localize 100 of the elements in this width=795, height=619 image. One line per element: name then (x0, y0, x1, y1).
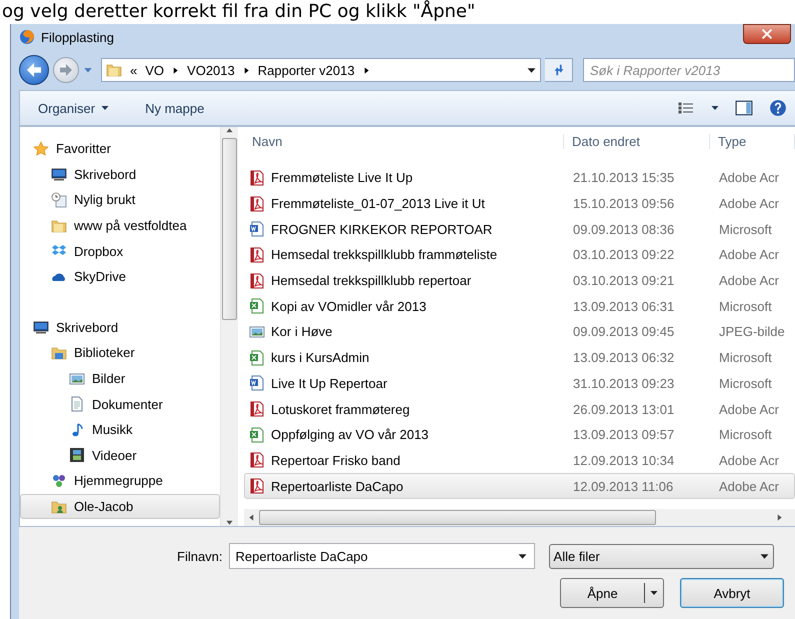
navigation-item[interactable]: SkyDrive (20, 264, 220, 290)
caret-icon (362, 66, 370, 74)
search-field[interactable]: Søk i Rapporter v2013 (583, 58, 795, 82)
file-row[interactable]: Kor i Høve 09.09.2013 09:45 JPEG-bilde (244, 319, 795, 345)
folder-icon (106, 62, 122, 78)
navigation-item[interactable]: Videoer (20, 442, 220, 468)
navigation-item[interactable]: Bilder (20, 366, 220, 392)
back-button[interactable] (19, 55, 49, 85)
date-modified: 09.09.2013 09:45 (572, 324, 676, 340)
caret-icon (248, 514, 255, 521)
horizontal-scrollbar[interactable] (244, 509, 795, 526)
caret-icon (172, 66, 180, 74)
word-document-icon (249, 375, 265, 392)
pdf-file-icon (249, 452, 265, 468)
file-name: Fremmøteliste Live It Up (271, 170, 413, 186)
file-type: Adobe Acr (718, 478, 780, 494)
new-folder-button[interactable]: Ny mappe (145, 100, 204, 116)
pdf-file-icon (249, 170, 265, 186)
navigation-item[interactable]: Skrivebord (20, 314, 220, 340)
caret-icon (760, 552, 769, 560)
date-modified: 26.09.2013 13:01 (572, 402, 676, 417)
user-folder-icon (51, 498, 67, 515)
date-modified: 09.09.2013 08:36 (572, 222, 676, 237)
navigation-item[interactable]: Hjemmegruppe (20, 468, 220, 494)
navigation-item[interactable]: Dropbox (20, 238, 220, 264)
address-bar[interactable]: « VO VO2013 Rapporter v2013 (101, 58, 541, 82)
pdf-file-icon (249, 272, 265, 289)
organize-menu[interactable]: Organiser (32, 100, 116, 116)
close-button[interactable] (743, 24, 791, 44)
navigation-item[interactable]: Ole-Jacob (20, 494, 220, 520)
navigation-item[interactable]: Skrivebord (20, 162, 220, 188)
file-row[interactable]: Fremmøteliste_01-07_2013 Live it Ut 15.10.2013 09:56 Adobe Acr (244, 190, 795, 216)
navigation-item[interactable]: Nylig brukt (20, 187, 220, 213)
view-list-icon (677, 100, 695, 116)
file-name: Hemsedal trekkspillklubb frammøteliste (271, 247, 498, 262)
open-button[interactable]: Åpne (560, 578, 664, 608)
star-icon (33, 140, 49, 157)
help-icon (769, 99, 787, 117)
file-type: Microsoft (718, 376, 773, 391)
file-row[interactable]: Repertoarliste DaCapo 12.09.2013 11:06 Adobe Acr (244, 473, 795, 499)
navigation-item[interactable]: Musikk (20, 416, 220, 443)
date-modified: 21.10.2013 15:35 (572, 170, 676, 186)
caret-icon (83, 65, 93, 75)
word-document-icon (249, 221, 265, 238)
file-row[interactable]: Fremmøteliste Live It Up 21.10.2013 15:35 Adobe Acr (244, 165, 795, 191)
file-type: Adobe Acr (718, 273, 780, 288)
navigation-item[interactable]: Dokumenter (20, 391, 220, 417)
cancel-button[interactable]: Avbryt (680, 578, 784, 608)
caret-icon (242, 66, 250, 74)
file-row[interactable]: kurs i KursAdmin 13.09.2013 06:32 Microsoft (244, 344, 795, 370)
column-header[interactable]: Dato endret (564, 134, 710, 148)
file-row[interactable]: Kopi av VOmidler vår 2013 13.09.2013 06:31 Microsoft (244, 293, 795, 320)
refresh-button[interactable] (545, 58, 573, 82)
navigation-item[interactable]: Biblioteker (20, 340, 220, 366)
column-header[interactable]: Navn (244, 134, 564, 148)
file-row[interactable]: Live It Up Repertoar 31.10.2013 09:23 Microsoft (244, 370, 795, 396)
file-row[interactable]: Lotuskoret frammøtereg 26.09.2013 13:01 Adobe Acr (244, 396, 795, 422)
document-icon (69, 396, 85, 412)
breadcrumb-item[interactable]: VO (145, 62, 164, 78)
file-type: Adobe Acr (718, 170, 780, 186)
breadcrumb-item[interactable]: VO2013 (187, 62, 235, 78)
navigation-item[interactable]: Favoritter (20, 136, 220, 162)
filename-field[interactable]: Repertoarliste DaCapo (228, 543, 535, 569)
file-type: Adobe Acr (718, 247, 780, 262)
close-icon (762, 29, 772, 39)
scrollbar-thumb[interactable] (259, 510, 656, 525)
breadcrumb-item[interactable]: Rapporter v2013 (258, 62, 355, 78)
filename-label: Filnavn: (177, 548, 223, 564)
file-name: Live It Up Repertoar (271, 376, 388, 391)
scrollbar-thumb[interactable] (222, 138, 237, 320)
monitor-icon (51, 166, 67, 182)
file-row[interactable]: Hemsedal trekkspillklubb repertoar 03.10.2013 09:21 Adobe Acr (244, 268, 795, 294)
file-type: Microsoft (718, 298, 773, 314)
navigation-item[interactable]: www på vestfoldtea (20, 212, 220, 238)
file-type: Adobe Acr (718, 452, 780, 468)
file-name: Repertoarliste DaCapo (271, 478, 404, 494)
date-modified: 03.10.2013 09:21 (572, 273, 676, 288)
caret-icon (101, 104, 110, 112)
file-row[interactable]: Repertoar Frisko band 12.09.2013 10:34 Adobe Acr (244, 448, 795, 474)
breadcrumb-overflow[interactable]: « (130, 62, 138, 78)
file-type: Adobe Acr (718, 402, 780, 417)
file-name: Repertoar Frisko band (271, 452, 400, 468)
column-header[interactable]: Type (710, 134, 795, 148)
file-row[interactable]: FROGNER KIRKEKOR REPORTOAR 09.09.2013 08:36 Microsoft (244, 216, 795, 242)
picture-icon (249, 324, 265, 340)
pdf-file-icon (249, 246, 265, 263)
pdf-file-icon (249, 478, 265, 494)
file-name: Kopi av VOmidler vår 2013 (271, 298, 426, 314)
file-name: Oppfølging av VO vår 2013 (271, 427, 429, 442)
file-row[interactable]: Oppfølging av VO vår 2013 13.09.2013 09:57 Microsoft (244, 422, 795, 448)
monitor-icon (33, 319, 49, 336)
vertical-scrollbar[interactable] (220, 127, 238, 526)
film-strip-icon (69, 447, 85, 464)
file-type-dropdown[interactable]: Alle filer (548, 544, 774, 568)
clock-document-icon (51, 192, 67, 208)
file-type: Microsoft (718, 222, 773, 237)
forward-button[interactable] (53, 57, 79, 83)
date-modified: 13.09.2013 09:57 (572, 427, 676, 442)
preview-pane-icon (735, 99, 753, 117)
file-row[interactable]: Hemsedal trekkspillklubb frammøteliste 03.10.2013 09:22 Adobe Acr (244, 242, 795, 268)
